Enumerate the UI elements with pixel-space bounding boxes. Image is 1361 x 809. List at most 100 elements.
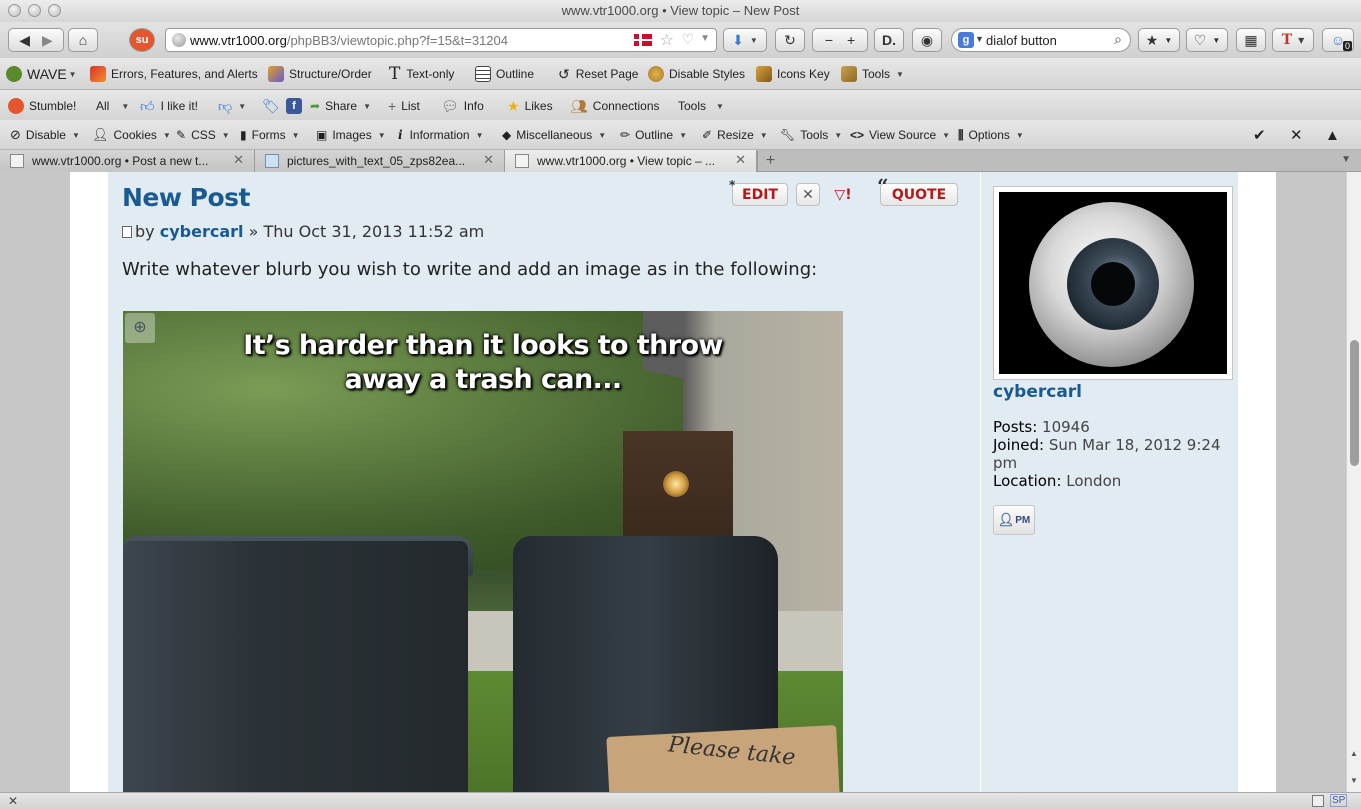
close-window-button[interactable] <box>8 4 21 17</box>
share-menu[interactable]: ➦ Share ▼ <box>310 90 371 122</box>
reload-button[interactable]: ↻ <box>775 28 805 52</box>
wave-tools-menu[interactable]: Tools ▼ <box>841 58 904 90</box>
delete-post-button[interactable]: ✕ <box>796 183 820 206</box>
css-menu[interactable]: ✎ CSS ▼ <box>176 120 230 150</box>
wave-disable-styles-button[interactable]: Disable Styles <box>648 58 745 90</box>
wave-reset-page-button[interactable]: ↺ Reset Page <box>558 58 638 90</box>
google-engine-icon[interactable]: g <box>958 32 974 48</box>
stumble-button[interactable]: Stumble! <box>8 90 76 122</box>
warning-icon[interactable]: ▲ <box>1325 120 1340 150</box>
disable-menu[interactable]: ⊘ Disable ▼ <box>10 120 80 150</box>
post-image[interactable]: Please take It’s harder than it looks to… <box>123 311 843 792</box>
sidebar-button[interactable]: ▦ <box>1236 28 1266 52</box>
quote-post-button[interactable]: “ QUOTE <box>877 174 958 206</box>
private-message-button[interactable]: 👤︎ PM <box>993 505 1035 535</box>
url-bar[interactable]: www.vtr1000.org/phpBB3/viewtopic.php?f=1… <box>165 28 717 52</box>
readability-button[interactable]: D. <box>874 28 904 52</box>
bookmarks-menu-button[interactable]: ★ ▼ <box>1138 28 1180 52</box>
list-button[interactable]: + List <box>388 90 420 122</box>
minimize-window-button[interactable] <box>28 4 41 17</box>
zoom-in-icon[interactable]: + <box>847 32 855 48</box>
typography-button[interactable]: T ▼ <box>1272 28 1314 52</box>
tab-picture[interactable]: pictures_with_text_05_zps82ea... ✕ <box>255 150 505 172</box>
outline-menu[interactable]: ✏︎ Outline ▼ <box>620 120 687 150</box>
wave-text-only-button[interactable]: T Text-only <box>389 58 454 90</box>
site-identity-icon[interactable] <box>172 33 186 47</box>
report-post-button[interactable]: ▽! <box>830 183 856 206</box>
wave-icons-key-button[interactable]: Icons Key <box>756 58 830 90</box>
facebook-button[interactable]: f <box>286 90 307 122</box>
zoom-buttons[interactable]: − + <box>812 28 868 52</box>
close-toolbar-icon[interactable]: ✕ <box>1290 120 1303 150</box>
connections-button[interactable]: 👥︎ Connections <box>570 90 660 122</box>
options-menu[interactable]: ⫼ Options ▼ <box>958 120 1024 150</box>
zoom-window-button[interactable] <box>48 4 61 17</box>
new-tab-button[interactable]: + <box>757 151 783 171</box>
info-button[interactable]: 💬︎ Info <box>441 90 484 122</box>
post-link-icon[interactable] <box>122 226 132 238</box>
wave-toolbar: WAVE ▼ Errors, Features, and Alerts Struc… <box>0 58 1361 90</box>
search-box[interactable]: g ▼ dialof button ⌕ <box>951 28 1131 52</box>
pocket-menu-button[interactable]: ♡ ▼ <box>1186 28 1228 52</box>
search-input[interactable]: dialof button <box>986 33 1057 48</box>
cookies-menu[interactable]: 👤︎ Cookies ▼ <box>92 120 171 150</box>
pocket-icon[interactable]: ♡ <box>681 31 694 48</box>
addon-sp-icon[interactable]: SP <box>1330 794 1348 807</box>
stumbleupon-button[interactable]: su <box>129 28 155 52</box>
wrench-icon <box>841 66 857 82</box>
information-menu[interactable]: i Information ▼ <box>398 120 484 150</box>
edit-post-button[interactable]: * EDIT <box>729 178 788 206</box>
stumble-tools-menu[interactable]: Tools ▼ <box>678 90 724 122</box>
profile-posts-count[interactable]: 10946 <box>1042 418 1090 436</box>
like-it-button[interactable]: 👍︎ I like it! <box>140 90 198 122</box>
validation-ok-icon[interactable]: ✔ <box>1253 120 1266 150</box>
wave-errors-button[interactable]: Errors, Features, and Alerts <box>90 58 258 90</box>
wave-menu[interactable]: WAVE ▼ <box>6 58 77 90</box>
engine-dropdown-icon[interactable]: ▼ <box>975 34 984 44</box>
profile-username[interactable]: cybercarl <box>993 382 1082 402</box>
webdev-tools-menu[interactable]: 🔧︎ Tools ▼ <box>780 120 842 150</box>
scroll-down-arrow-icon[interactable]: ▼ <box>1350 776 1358 785</box>
scrollbar-thumb[interactable] <box>1350 340 1359 466</box>
wave-outline-button[interactable]: Outline <box>475 58 534 90</box>
post-title[interactable]: New Post <box>122 183 251 212</box>
zoom-out-icon[interactable]: − <box>825 32 833 48</box>
scroll-up-arrow-icon[interactable]: ▲ <box>1350 749 1358 758</box>
addon-bar-close-icon[interactable]: ✕ <box>8 794 18 808</box>
text-t-icon: T <box>389 64 401 84</box>
download-button[interactable]: ⬇ ▼ <box>723 28 767 52</box>
images-menu[interactable]: ▣ Images ▼ <box>316 120 386 150</box>
home-button[interactable]: ⌂ <box>68 28 98 52</box>
stumble-all-dropdown[interactable]: All ▼ <box>96 90 129 122</box>
forms-menu[interactable]: ▮ Forms ▼ <box>240 120 300 150</box>
language-flag-icon[interactable] <box>634 34 652 46</box>
post-author-link[interactable]: cybercarl <box>160 222 244 241</box>
likes-button[interactable]: ★ Likes <box>507 90 553 122</box>
tab-list-dropdown-icon[interactable]: ▼ <box>1341 154 1351 165</box>
close-tab-icon[interactable]: ✕ <box>735 152 746 168</box>
navigation-toolbar: ◀ ▶ ⌂ su www.vtr1000.org/phpBB3/viewtopi… <box>0 22 1361 60</box>
back-arrow-icon[interactable]: ◀ <box>19 32 30 49</box>
tab-post-new-topic[interactable]: www.vtr1000.org • Post a new t... ✕ <box>0 150 255 172</box>
addon-bar-icon[interactable] <box>1312 795 1324 807</box>
vertical-scrollbar[interactable]: ▲ ▼ <box>1346 172 1361 792</box>
resize-menu[interactable]: ✐ Resize ▼ <box>702 120 768 150</box>
stumbleupon-logo-icon <box>8 98 24 114</box>
view-source-menu[interactable]: <> View Source ▼ <box>850 120 950 150</box>
screenshot-button[interactable]: ◉ <box>912 28 942 52</box>
window-controls[interactable] <box>8 4 61 17</box>
tab-view-topic[interactable]: www.vtr1000.org • View topic – ... ✕ <box>505 150 757 172</box>
bookmark-star-icon[interactable]: ☆ <box>660 30 674 50</box>
close-tab-icon[interactable]: ✕ <box>483 152 494 168</box>
url-history-dropdown-icon[interactable]: ▼ <box>700 33 710 44</box>
tag-button[interactable]: 🏷︎ <box>262 90 280 122</box>
zoom-image-icon[interactable]: ⊕ <box>125 313 155 343</box>
search-icon[interactable]: ⌕ <box>1114 31 1122 48</box>
dislike-dropdown[interactable]: 👎︎ ▼ <box>218 90 246 122</box>
addon-button[interactable]: ☺ 0 <box>1322 28 1354 52</box>
forward-arrow-icon[interactable]: ▶ <box>42 32 53 49</box>
wave-structure-button[interactable]: Structure/Order <box>268 58 372 90</box>
close-tab-icon[interactable]: ✕ <box>233 152 244 168</box>
back-forward-buttons[interactable]: ◀ ▶ <box>8 28 64 52</box>
miscellaneous-menu[interactable]: ◆ Miscellaneous ▼ <box>502 120 606 150</box>
